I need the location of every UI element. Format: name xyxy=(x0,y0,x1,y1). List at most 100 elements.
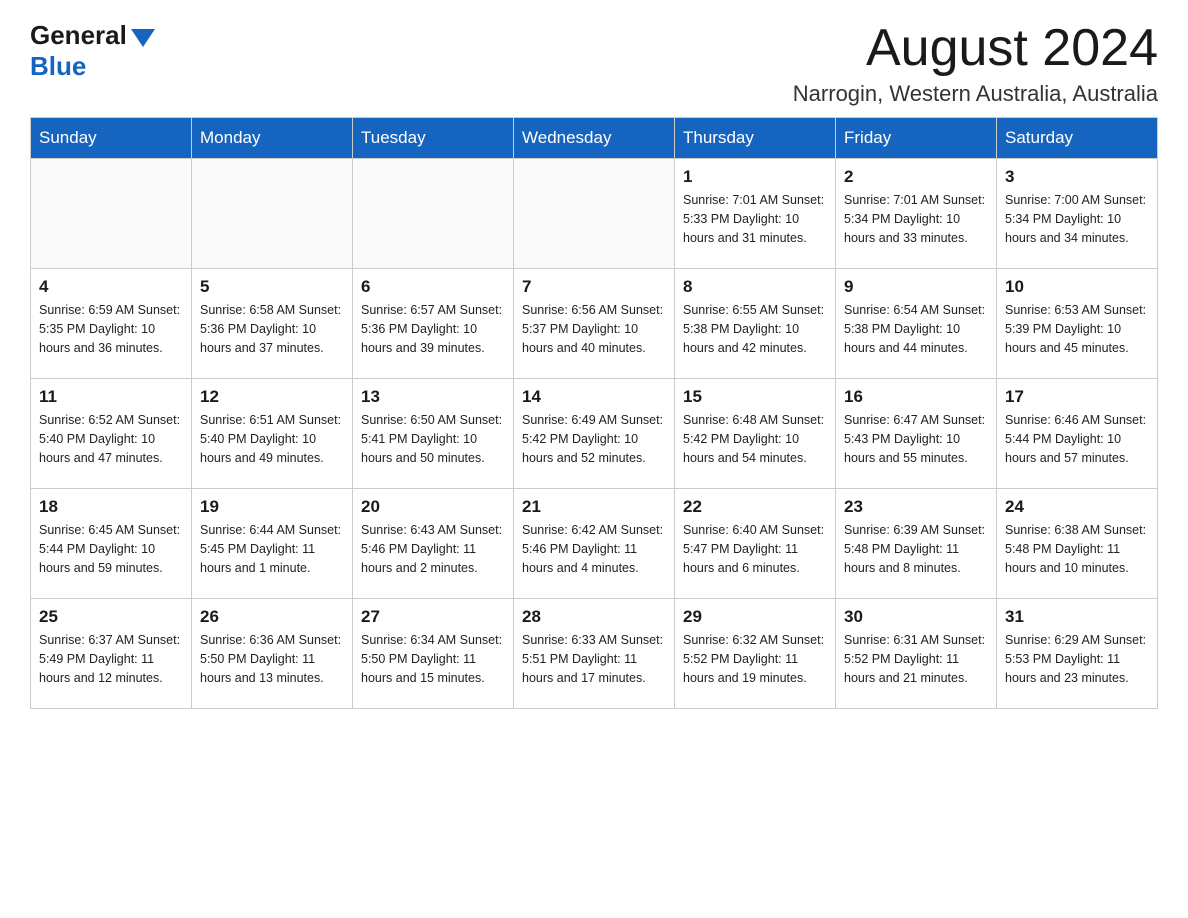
day-info: Sunrise: 7:00 AM Sunset: 5:34 PM Dayligh… xyxy=(1005,191,1149,247)
day-number: 29 xyxy=(683,607,827,627)
day-info: Sunrise: 6:45 AM Sunset: 5:44 PM Dayligh… xyxy=(39,521,183,577)
calendar-cell: 21 Sunrise: 6:42 AM Sunset: 5:46 PM Dayli… xyxy=(514,489,675,599)
title-area: August 2024 Narrogin, Western Australia,… xyxy=(793,20,1158,107)
calendar-header-row: SundayMondayTuesdayWednesdayThursdayFrid… xyxy=(31,118,1158,159)
calendar-cell: 31 Sunrise: 6:29 AM Sunset: 5:53 PM Dayli… xyxy=(997,599,1158,709)
day-info: Sunrise: 6:34 AM Sunset: 5:50 PM Dayligh… xyxy=(361,631,505,687)
calendar-week-row: 1 Sunrise: 7:01 AM Sunset: 5:33 PM Daylig… xyxy=(31,159,1158,269)
calendar-cell: 10 Sunrise: 6:53 AM Sunset: 5:39 PM Dayli… xyxy=(997,269,1158,379)
month-title: August 2024 xyxy=(793,20,1158,77)
day-number: 7 xyxy=(522,277,666,297)
calendar-week-row: 11 Sunrise: 6:52 AM Sunset: 5:40 PM Dayli… xyxy=(31,379,1158,489)
page-header: General Blue August 2024 Narrogin, Weste… xyxy=(30,20,1158,107)
logo-triangle-icon xyxy=(131,29,155,47)
day-number: 16 xyxy=(844,387,988,407)
day-info: Sunrise: 6:33 AM Sunset: 5:51 PM Dayligh… xyxy=(522,631,666,687)
day-number: 31 xyxy=(1005,607,1149,627)
day-info: Sunrise: 6:48 AM Sunset: 5:42 PM Dayligh… xyxy=(683,411,827,467)
calendar-header-thursday: Thursday xyxy=(675,118,836,159)
day-info: Sunrise: 6:32 AM Sunset: 5:52 PM Dayligh… xyxy=(683,631,827,687)
calendar-week-row: 18 Sunrise: 6:45 AM Sunset: 5:44 PM Dayli… xyxy=(31,489,1158,599)
calendar-cell: 25Sunrise: 6:37 AM Sunset: 5:49 PM Dayli… xyxy=(31,599,192,709)
calendar-cell xyxy=(31,159,192,269)
day-number: 1 xyxy=(683,167,827,187)
day-number: 20 xyxy=(361,497,505,517)
day-number: 12 xyxy=(200,387,344,407)
calendar-table: SundayMondayTuesdayWednesdayThursdayFrid… xyxy=(30,117,1158,709)
day-info: Sunrise: 6:47 AM Sunset: 5:43 PM Dayligh… xyxy=(844,411,988,467)
day-number: 8 xyxy=(683,277,827,297)
calendar-header-wednesday: Wednesday xyxy=(514,118,675,159)
logo: General Blue xyxy=(30,20,155,82)
calendar-cell: 14 Sunrise: 6:49 AM Sunset: 5:42 PM Dayli… xyxy=(514,379,675,489)
calendar-cell xyxy=(192,159,353,269)
day-info: Sunrise: 6:40 AM Sunset: 5:47 PM Dayligh… xyxy=(683,521,827,577)
calendar-week-row: 25Sunrise: 6:37 AM Sunset: 5:49 PM Dayli… xyxy=(31,599,1158,709)
calendar-cell: 13Sunrise: 6:50 AM Sunset: 5:41 PM Dayli… xyxy=(353,379,514,489)
day-number: 4 xyxy=(39,277,183,297)
day-info: Sunrise: 6:46 AM Sunset: 5:44 PM Dayligh… xyxy=(1005,411,1149,467)
day-info: Sunrise: 6:53 AM Sunset: 5:39 PM Dayligh… xyxy=(1005,301,1149,357)
calendar-cell: 7 Sunrise: 6:56 AM Sunset: 5:37 PM Daylig… xyxy=(514,269,675,379)
calendar-cell: 27Sunrise: 6:34 AM Sunset: 5:50 PM Dayli… xyxy=(353,599,514,709)
day-number: 26 xyxy=(200,607,344,627)
calendar-cell: 16 Sunrise: 6:47 AM Sunset: 5:43 PM Dayli… xyxy=(836,379,997,489)
day-info: Sunrise: 6:39 AM Sunset: 5:48 PM Dayligh… xyxy=(844,521,988,577)
calendar-cell: 28 Sunrise: 6:33 AM Sunset: 5:51 PM Dayli… xyxy=(514,599,675,709)
day-number: 10 xyxy=(1005,277,1149,297)
day-number: 2 xyxy=(844,167,988,187)
day-info: Sunrise: 6:55 AM Sunset: 5:38 PM Dayligh… xyxy=(683,301,827,357)
calendar-cell xyxy=(514,159,675,269)
calendar-cell: 18 Sunrise: 6:45 AM Sunset: 5:44 PM Dayli… xyxy=(31,489,192,599)
calendar-cell: 23 Sunrise: 6:39 AM Sunset: 5:48 PM Dayli… xyxy=(836,489,997,599)
day-number: 21 xyxy=(522,497,666,517)
day-info: Sunrise: 6:43 AM Sunset: 5:46 PM Dayligh… xyxy=(361,521,505,577)
day-info: Sunrise: 6:51 AM Sunset: 5:40 PM Dayligh… xyxy=(200,411,344,467)
day-number: 30 xyxy=(844,607,988,627)
day-number: 24 xyxy=(1005,497,1149,517)
day-number: 3 xyxy=(1005,167,1149,187)
day-info: Sunrise: 6:54 AM Sunset: 5:38 PM Dayligh… xyxy=(844,301,988,357)
day-number: 22 xyxy=(683,497,827,517)
day-number: 6 xyxy=(361,277,505,297)
calendar-header-saturday: Saturday xyxy=(997,118,1158,159)
day-info: Sunrise: 6:31 AM Sunset: 5:52 PM Dayligh… xyxy=(844,631,988,687)
day-number: 18 xyxy=(39,497,183,517)
day-info: Sunrise: 6:52 AM Sunset: 5:40 PM Dayligh… xyxy=(39,411,183,467)
calendar-cell: 12 Sunrise: 6:51 AM Sunset: 5:40 PM Dayli… xyxy=(192,379,353,489)
day-info: Sunrise: 6:56 AM Sunset: 5:37 PM Dayligh… xyxy=(522,301,666,357)
calendar-cell: 19Sunrise: 6:44 AM Sunset: 5:45 PM Dayli… xyxy=(192,489,353,599)
day-info: Sunrise: 6:38 AM Sunset: 5:48 PM Dayligh… xyxy=(1005,521,1149,577)
calendar-cell xyxy=(353,159,514,269)
day-number: 5 xyxy=(200,277,344,297)
day-number: 28 xyxy=(522,607,666,627)
calendar-cell: 22 Sunrise: 6:40 AM Sunset: 5:47 PM Dayli… xyxy=(675,489,836,599)
day-info: Sunrise: 7:01 AM Sunset: 5:33 PM Dayligh… xyxy=(683,191,827,247)
day-number: 25 xyxy=(39,607,183,627)
day-number: 19 xyxy=(200,497,344,517)
calendar-cell: 8 Sunrise: 6:55 AM Sunset: 5:38 PM Daylig… xyxy=(675,269,836,379)
day-info: Sunrise: 6:49 AM Sunset: 5:42 PM Dayligh… xyxy=(522,411,666,467)
day-info: Sunrise: 6:42 AM Sunset: 5:46 PM Dayligh… xyxy=(522,521,666,577)
day-info: Sunrise: 6:29 AM Sunset: 5:53 PM Dayligh… xyxy=(1005,631,1149,687)
calendar-cell: 1 Sunrise: 7:01 AM Sunset: 5:33 PM Daylig… xyxy=(675,159,836,269)
day-number: 11 xyxy=(39,387,183,407)
calendar-cell: 26Sunrise: 6:36 AM Sunset: 5:50 PM Dayli… xyxy=(192,599,353,709)
calendar-cell: 29 Sunrise: 6:32 AM Sunset: 5:52 PM Dayli… xyxy=(675,599,836,709)
day-info: Sunrise: 6:58 AM Sunset: 5:36 PM Dayligh… xyxy=(200,301,344,357)
calendar-header-monday: Monday xyxy=(192,118,353,159)
day-info: Sunrise: 6:59 AM Sunset: 5:35 PM Dayligh… xyxy=(39,301,183,357)
calendar-cell: 2 Sunrise: 7:01 AM Sunset: 5:34 PM Daylig… xyxy=(836,159,997,269)
day-number: 9 xyxy=(844,277,988,297)
calendar-cell: 17Sunrise: 6:46 AM Sunset: 5:44 PM Dayli… xyxy=(997,379,1158,489)
day-number: 15 xyxy=(683,387,827,407)
day-info: Sunrise: 7:01 AM Sunset: 5:34 PM Dayligh… xyxy=(844,191,988,247)
calendar-cell: 6Sunrise: 6:57 AM Sunset: 5:36 PM Daylig… xyxy=(353,269,514,379)
calendar-cell: 4 Sunrise: 6:59 AM Sunset: 5:35 PM Daylig… xyxy=(31,269,192,379)
day-number: 14 xyxy=(522,387,666,407)
logo-general-text: General xyxy=(30,20,127,51)
calendar-cell: 3 Sunrise: 7:00 AM Sunset: 5:34 PM Daylig… xyxy=(997,159,1158,269)
day-number: 23 xyxy=(844,497,988,517)
calendar-cell: 5 Sunrise: 6:58 AM Sunset: 5:36 PM Daylig… xyxy=(192,269,353,379)
location-title: Narrogin, Western Australia, Australia xyxy=(793,81,1158,107)
